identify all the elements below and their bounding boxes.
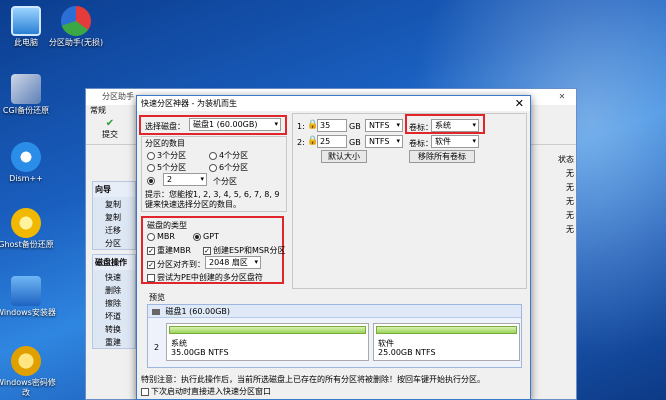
chevron-down-icon: ▾ (274, 120, 278, 128)
partition-2-size-input[interactable]: 25 (317, 135, 347, 148)
disk-ops-group: 磁盘操作 快速 删除 擦除 坏道 转换 重建 (92, 254, 136, 349)
preview-label: 预览 (149, 293, 165, 302)
preview-partition-system[interactable]: 系统 35.00GB NTFS (166, 323, 369, 361)
partition-assistant-icon (61, 6, 91, 36)
partition-1-label-dropdown[interactable]: 系统 ▾ (431, 119, 479, 132)
desktop-icon-cgi-backup[interactable]: CGI备份还原 (0, 74, 56, 116)
count-3-radio[interactable]: 3个分区 (147, 150, 186, 161)
select-disk-label: 选择磁盘： (145, 122, 185, 131)
chevron-down-icon: ▾ (396, 121, 400, 129)
mbr-radio[interactable]: MBR (147, 232, 175, 241)
submit-button[interactable]: ✔ 提交 (96, 117, 124, 140)
close-icon[interactable]: ✕ (548, 89, 576, 105)
gpt-radio[interactable]: GPT (193, 232, 219, 241)
key-icon (11, 346, 41, 376)
quick-partition-dialog: 快速分区神器 - 为装机而生 ✕ 选择磁盘： 磁盘1 (60.00GB) ▾ 分… (136, 95, 531, 400)
menu-general[interactable]: 常规 (90, 106, 106, 115)
boot-into-quick-partition-checkbox[interactable]: 下次启动时直接进入快速分区窗口 (141, 386, 271, 397)
sidebar-item[interactable]: 复制 (93, 210, 135, 223)
partition-1-size-input[interactable]: 35 (317, 119, 347, 132)
dialog-titlebar: 快速分区神器 - 为装机而生 ✕ (137, 96, 530, 111)
disk-icon (152, 308, 160, 315)
custom-count-radio[interactable] (147, 176, 157, 185)
sidebar-item[interactable]: 快速 (93, 270, 135, 283)
create-esp-checkbox[interactable]: ✓ 创建ESP和MSR分区 (203, 245, 286, 256)
partition-2-label-dropdown[interactable]: 软件 ▾ (431, 135, 479, 148)
desktop-icon-windows-installer[interactable]: Windows安装器 (0, 276, 56, 318)
partition-1-fs-dropdown[interactable]: NTFS ▾ (365, 119, 403, 132)
partition-fill-bar (169, 326, 366, 334)
partition-fill-bar (376, 326, 517, 334)
desktop-icon-ghost[interactable]: Ghost备份还原 (0, 208, 56, 250)
sidebar-item[interactable]: 复制 (93, 197, 135, 210)
desktop-icon-password-tool[interactable]: Windows密码修改 (0, 346, 56, 398)
default-size-button[interactable]: 默认大小 (321, 150, 367, 163)
chevron-down-icon: ▾ (396, 137, 400, 145)
sidebar-item[interactable]: 删除 (93, 283, 135, 296)
partition-table-status-column: 状态 无 无 无 无 无 (558, 155, 574, 234)
count-6-radio[interactable]: 6个分区 (209, 162, 248, 173)
remove-all-labels-button[interactable]: 移除所有卷标 (409, 150, 475, 163)
monitor-icon (11, 6, 41, 36)
select-disk-dropdown[interactable]: 磁盘1 (60.00GB) ▾ (189, 118, 281, 131)
sidebar-item[interactable]: 迁移 (93, 223, 135, 236)
desktop-icon-partition-assistant[interactable]: 分区助手(无损) (46, 6, 106, 48)
desktop-icon-dism[interactable]: Dism++ (0, 142, 56, 184)
rebuild-mbr-checkbox[interactable]: ✓ 重建MBR (147, 245, 191, 256)
preview-disk-header: 磁盘1 (60.00GB) (148, 305, 521, 318)
align-dropdown[interactable]: 2048 扇区 ▾ (205, 256, 261, 269)
partition-2-fs-dropdown[interactable]: NTFS ▾ (365, 135, 403, 148)
sidebar-item[interactable]: 转换 (93, 322, 135, 335)
chevron-down-icon: ▾ (472, 121, 476, 129)
ghost-icon (11, 208, 41, 238)
chevron-down-icon: ▾ (200, 175, 204, 183)
sidebar-item[interactable]: 分区 (93, 236, 135, 249)
close-icon[interactable]: ✕ (515, 96, 524, 111)
count-4-radio[interactable]: 4个分区 (209, 150, 248, 161)
wizard-group: 向导 复制 复制 迁移 分区 (92, 181, 136, 250)
check-icon: ✔ (105, 118, 115, 129)
custom-count-dropdown[interactable]: 2 ▾ (163, 173, 207, 186)
gear-icon (11, 142, 41, 172)
preview-panel: 磁盘1 (60.00GB) 2 系统 35.00GB NTFS 软件 25.00… (147, 304, 522, 368)
align-checkbox[interactable]: ✓ 分区对齐到： (147, 259, 205, 270)
try-pe-checkbox[interactable]: 尝试为PE中创建的多分区盘符 (147, 272, 263, 283)
count-5-radio[interactable]: 5个分区 (147, 162, 186, 173)
cgi-tool-icon (11, 74, 41, 104)
sidebar-item[interactable]: 擦除 (93, 296, 135, 309)
hotkey-tip: 提示：您能按1, 2, 3, 4, 5, 6, 7, 8, 9键来快速选择分区的… (145, 190, 280, 209)
chevron-down-icon: ▾ (254, 258, 258, 266)
preview-partition-software[interactable]: 软件 25.00GB NTFS (373, 323, 520, 361)
app-sidebar: 向导 复制 复制 迁移 分区 磁盘操作 快速 删除 擦除 坏道 转换 重建 (92, 181, 136, 353)
sidebar-item[interactable]: 坏道 (93, 309, 135, 322)
installer-icon (11, 276, 41, 306)
sidebar-item[interactable]: 重建 (93, 335, 135, 348)
warning-text: 特别注意：执行此操作后，当前所选磁盘上已存在的所有分区将被删除！按回车键开始执行… (141, 375, 485, 384)
chevron-down-icon: ▾ (472, 137, 476, 145)
